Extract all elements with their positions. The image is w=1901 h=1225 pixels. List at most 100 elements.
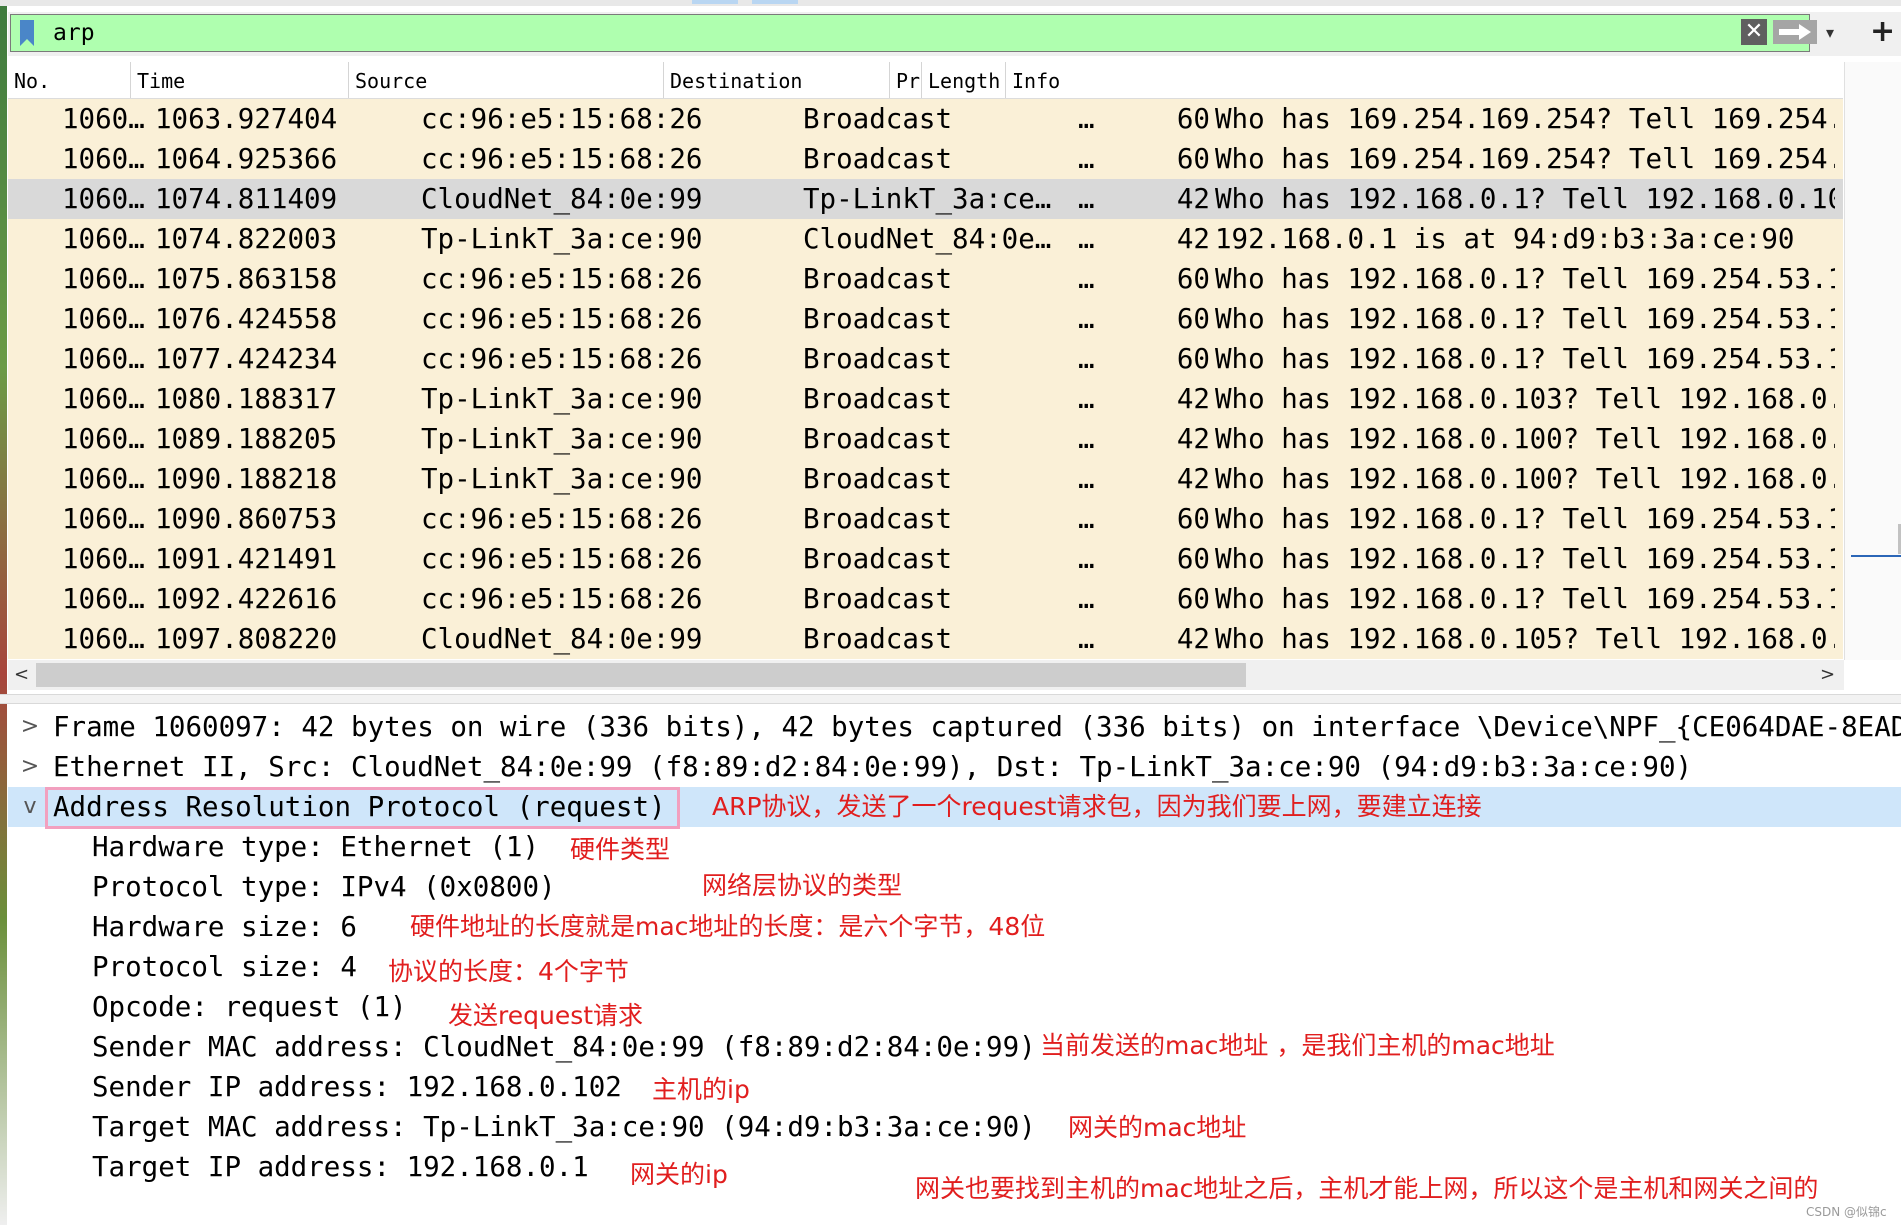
column-header-destination[interactable]: Destination (663, 62, 889, 98)
packet-row[interactable]: 1060… 1075.863158 cc:96:e5:15:68:26 Broadca… (8, 259, 1843, 299)
packet-cell-dst: Tp-LinkT_3a:ce… (803, 183, 1052, 215)
packet-cell-dst: Broadcast (803, 343, 953, 375)
packet-cell-info: Who has 192.168.0.1? Tell 169.254.53.1 (1215, 543, 1835, 575)
add-filter-button-icon[interactable]: + (1870, 14, 1895, 50)
scroll-left-icon[interactable]: < (14, 660, 29, 690)
packet-row[interactable]: 1060… 1090.188218 Tp-LinkT_3a:ce:90 Broadca… (8, 459, 1843, 499)
packet-cell-src: cc:96:e5:15:68:26 (421, 583, 703, 615)
packet-row[interactable]: 1060… 1074.811409 CloudNet_84:0e:99 Tp-Link… (8, 179, 1843, 219)
packet-row[interactable]: 1060… 1091.421491 cc:96:e5:15:68:26 Broadca… (8, 539, 1843, 579)
annotation-protocol-type: 网络层协议的类型 (702, 871, 903, 900)
packet-cell-time: 1089.188205 (155, 423, 338, 455)
arp-field-hardware-type[interactable]: Hardware type: Ethernet (1) (92, 827, 539, 867)
column-header-protocol[interactable]: Pr (889, 62, 921, 98)
packet-cell-len: 42 (1176, 623, 1210, 655)
packet-row[interactable]: 1060… 1092.422616 cc:96:e5:15:68:26 Broadca… (8, 579, 1843, 619)
expand-chevron-icon[interactable]: > (20, 747, 40, 787)
detail-ethernet-row[interactable]: > Ethernet II, Src: CloudNet_84:0e:99 (f… (8, 747, 1901, 787)
scroll-right-icon[interactable]: > (1820, 660, 1835, 690)
annotation-sender-mac: 当前发送的mac地址 ，是我们主机的mac地址 (1040, 1031, 1555, 1060)
horizontal-scroll-thumb[interactable] (36, 663, 1246, 687)
packet-row[interactable]: 1060… 1077.424234 cc:96:e5:15:68:26 Broadca… (8, 339, 1843, 379)
clear-filter-icon[interactable]: ✕ (1741, 19, 1767, 45)
packet-cell-no: 1060… (62, 183, 145, 215)
bookmark-icon[interactable] (19, 19, 35, 47)
packet-row[interactable]: 1060… 1097.808220 CloudNet_84:0e:99 Broadca… (8, 619, 1843, 659)
packet-cell-time: 1092.422616 (155, 583, 338, 615)
column-header-info[interactable]: Info (1005, 62, 1843, 98)
packet-cell-src: CloudNet_84:0e:99 (421, 623, 703, 655)
packet-row[interactable]: 1060… 1080.188317 Tp-LinkT_3a:ce:90 Broadca… (8, 379, 1843, 419)
packet-cell-dst: Broadcast (803, 503, 953, 535)
packet-cell-info: Who has 192.168.0.1? Tell 192.168.0.10 (1215, 183, 1835, 215)
collapse-chevron-icon[interactable]: v (20, 787, 40, 827)
packet-cell-len: 42 (1176, 463, 1210, 495)
arp-field-hardware-size[interactable]: Hardware size: 6 (92, 907, 357, 947)
packet-cell-no: 1060… (62, 343, 145, 375)
packet-row[interactable]: 1060… 1064.925366 cc:96:e5:15:68:26 Broadca… (8, 139, 1843, 179)
packet-cell-src: Tp-LinkT_3a:ce:90 (421, 383, 703, 415)
arp-field-target-ip[interactable]: Target IP address: 192.168.0.1 (92, 1147, 589, 1187)
packet-cell-info: Who has 192.168.0.1? Tell 169.254.53.1 (1215, 503, 1835, 535)
packet-row[interactable]: 1060… 1089.188205 Tp-LinkT_3a:ce:90 Broadca… (8, 419, 1843, 459)
packet-cell-info: Who has 192.168.0.100? Tell 192.168.0. (1215, 463, 1835, 495)
packet-row[interactable]: 1060… 1074.822003 Tp-LinkT_3a:ce:90 CloudNe… (8, 219, 1843, 259)
packet-cell-src: Tp-LinkT_3a:ce:90 (421, 463, 703, 495)
packet-cell-pr: … (1078, 183, 1095, 215)
packet-cell-time: 1074.811409 (155, 183, 338, 215)
annotation-summary: 网关也要找到主机的mac地址之后，主机才能上网，所以这个是主机和网关之间的 (915, 1174, 1819, 1203)
column-header-no[interactable]: No. (8, 62, 130, 98)
expand-chevron-icon[interactable]: > (20, 707, 40, 747)
packet-cell-pr: … (1078, 103, 1095, 135)
packet-cell-len: 42 (1176, 383, 1210, 415)
arp-field-sender-ip[interactable]: Sender IP address: 192.168.0.102 (92, 1067, 622, 1107)
filter-history-dropdown-icon[interactable]: ▾ (1826, 19, 1834, 47)
column-header-length[interactable]: Length (921, 62, 1005, 98)
packet-cell-info: Who has 192.168.0.1? Tell 169.254.53.1 (1215, 263, 1835, 295)
arp-field-opcode[interactable]: Opcode: request (1) (92, 987, 407, 1027)
display-filter-input[interactable]: arp ✕ ▾ (10, 14, 1834, 52)
packet-cell-len: 60 (1176, 143, 1210, 175)
display-filter-bar: arp ✕ ▾ + (8, 12, 1901, 56)
packet-cell-src: Tp-LinkT_3a:ce:90 (421, 423, 703, 455)
packet-cell-src: cc:96:e5:15:68:26 (421, 503, 703, 535)
scrollbar-position-marker (1851, 555, 1901, 557)
annotation-arp: ARP协议，发送了一个request请求包，因为我们要上网，要建立连接 (712, 792, 1482, 821)
column-header-source[interactable]: Source (348, 62, 663, 98)
packet-cell-dst: Broadcast (803, 543, 953, 575)
detail-frame-row[interactable]: > Frame 1060097: 42 bytes on wire (336 b… (8, 707, 1901, 747)
packet-cell-time: 1097.808220 (155, 623, 338, 655)
annotation-protocol-size: 协议的长度：4个字节 (388, 957, 629, 986)
packet-row[interactable]: 1060… 1063.927404 cc:96:e5:15:68:26 Broadca… (8, 99, 1843, 139)
packet-cell-pr: … (1078, 463, 1095, 495)
apply-filter-arrow-icon[interactable] (1773, 20, 1817, 44)
packet-cell-pr: … (1078, 343, 1095, 375)
arp-field-sender-mac[interactable]: Sender MAC address: CloudNet_84:0e:99 (f… (92, 1027, 1036, 1067)
packet-cell-src: cc:96:e5:15:68:26 (421, 343, 703, 375)
packet-cell-pr: … (1078, 263, 1095, 295)
packet-cell-len: 60 (1176, 263, 1210, 295)
arp-field-protocol-size[interactable]: Protocol size: 4 (92, 947, 357, 987)
packet-rows: 1060… 1063.927404 cc:96:e5:15:68:26 Broadca… (8, 99, 1843, 659)
packet-cell-dst: Broadcast (803, 423, 953, 455)
arp-field-protocol-type[interactable]: Protocol type: IPv4 (0x0800) (92, 867, 556, 907)
packet-cell-info: Who has 192.168.0.1? Tell 169.254.53.1 (1215, 583, 1835, 615)
arp-field-target-mac[interactable]: Target MAC address: Tp-LinkT_3a:ce:90 (9… (92, 1107, 1036, 1147)
packet-cell-info: Who has 192.168.0.1? Tell 169.254.53.1 (1215, 343, 1835, 375)
annotation-hardware-type: 硬件类型 (570, 835, 671, 864)
detail-frame-text: Frame 1060097: 42 bytes on wire (336 bit… (53, 711, 1901, 743)
packet-cell-len: 60 (1176, 343, 1210, 375)
packet-cell-time: 1064.925366 (155, 143, 338, 175)
packet-row[interactable]: 1060… 1076.424558 cc:96:e5:15:68:26 Broadca… (8, 299, 1843, 339)
annotation-sender-ip: 主机的ip (652, 1075, 750, 1104)
pane-splitter[interactable] (0, 694, 1901, 704)
packet-cell-dst: Broadcast (803, 303, 953, 335)
packet-list-horizontal-scrollbar[interactable]: < > (8, 660, 1844, 690)
packet-cell-dst: Broadcast (803, 263, 953, 295)
packet-cell-src: cc:96:e5:15:68:26 (421, 263, 703, 295)
column-header-time[interactable]: Time (130, 62, 348, 98)
packet-list-vertical-scrollbar[interactable] (1844, 62, 1901, 660)
packet-row[interactable]: 1060… 1090.860753 cc:96:e5:15:68:26 Broadca… (8, 499, 1843, 539)
annotation-highlight-box (45, 787, 680, 829)
display-filter-value[interactable]: arp (53, 19, 95, 47)
